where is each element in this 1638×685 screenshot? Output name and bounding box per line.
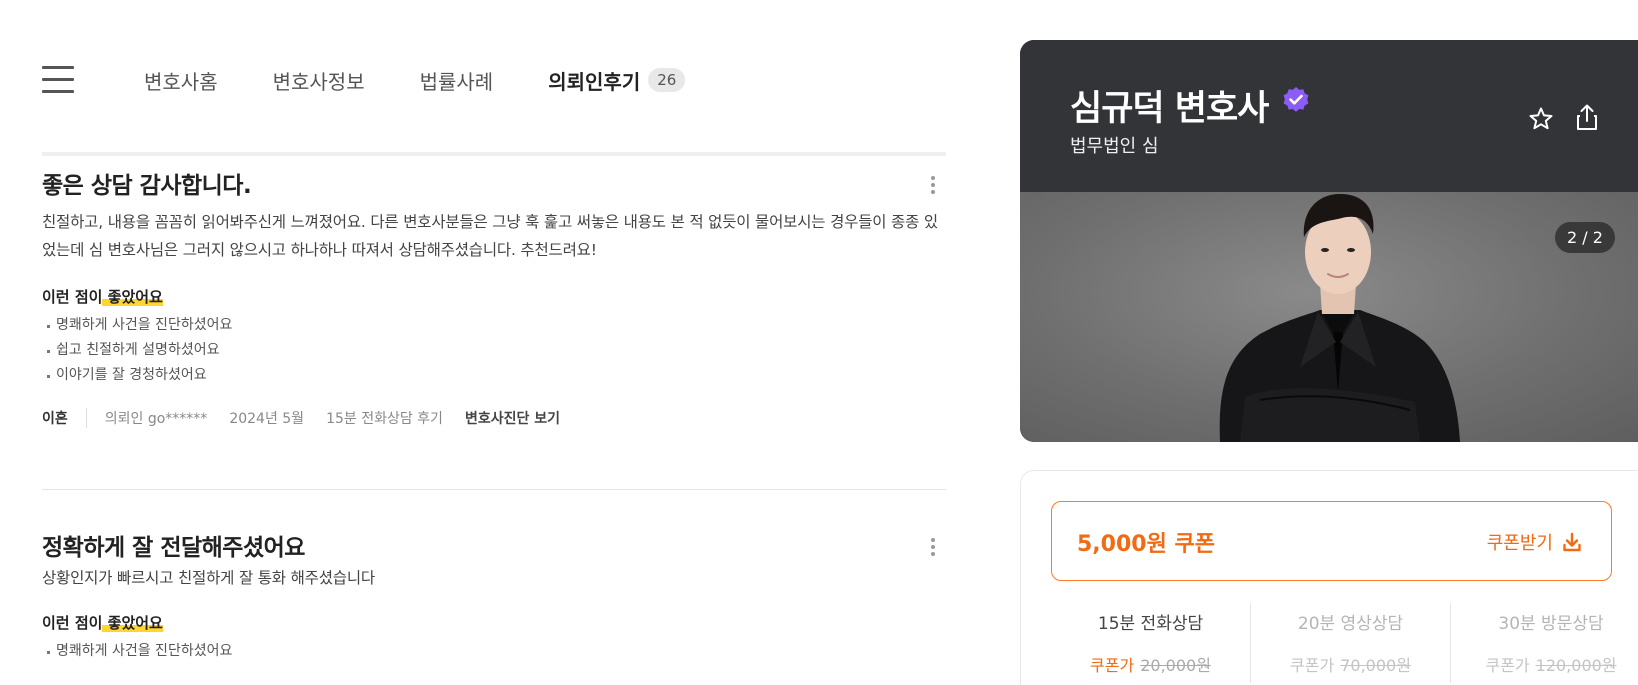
- coupon-amount: 5,000원 쿠폰: [1077, 532, 1215, 557]
- review-count-badge: 26: [648, 68, 686, 92]
- consult-label: 30분 방문상담: [1498, 614, 1604, 634]
- star-icon[interactable]: [1526, 104, 1556, 134]
- kebab-menu-icon[interactable]: [930, 176, 936, 196]
- divider: [42, 489, 946, 490]
- case-category: 이혼: [42, 408, 87, 428]
- review-title: 좋은 상담 감사합니다.: [42, 173, 252, 199]
- profile-header: 심규덕 변호사 법무법인 심: [1020, 40, 1638, 192]
- share-icon[interactable]: [1572, 102, 1602, 134]
- get-coupon-label: 쿠폰받기: [1486, 533, 1553, 554]
- lawyer-photo[interactable]: 2 / 2: [1020, 192, 1638, 442]
- tab-client-reviews[interactable]: 의뢰인후기: [548, 66, 640, 95]
- booking-card: 5,000원 쿠폰 쿠폰받기 15분 전화상담 쿠폰가 20,000원 20분 영…: [1020, 470, 1638, 685]
- client-id: 의뢰인 go******: [104, 411, 208, 427]
- review-meta: 이혼 의뢰인 go****** 2024년 5월 15분 전화상담 후기 변호사…: [42, 408, 946, 428]
- good-points-label: 이런 점이 좋았어요: [42, 614, 163, 632]
- review-body: 친절하고, 내용을 꼼꼼히 읽어봐주신게 느껴졌어요. 다른 변호사분들은 그냥…: [42, 213, 938, 259]
- review-body: 상황인지가 빠르시고 친절하게 잘 통화 해주셨습니다: [42, 569, 375, 587]
- consult-option-visit[interactable]: 30분 방문상담 쿠폰가 120,000원: [1451, 603, 1638, 683]
- consult-type: 15분 전화상담 후기: [326, 411, 443, 427]
- coupon-banner[interactable]: 5,000원 쿠폰 쿠폰받기: [1051, 501, 1612, 581]
- lawyer-portrait: [1219, 194, 1460, 442]
- view-diagnosis-link[interactable]: 변호사진단 보기: [465, 408, 560, 428]
- lawyer-name: 심규덕 변호사: [1070, 89, 1269, 129]
- good-point: 이야기를 잘 경청하셨어요: [42, 363, 946, 388]
- get-coupon-button[interactable]: 쿠폰받기: [1487, 529, 1583, 555]
- lawyer-tabs: 변호사홈 변호사정보 법률사례 의뢰인후기 26: [144, 64, 686, 96]
- review-date: 2024년 5월: [229, 411, 305, 427]
- consult-price: 쿠폰가 20,000원: [1090, 656, 1211, 675]
- divider: [42, 152, 946, 156]
- kebab-menu-icon[interactable]: [930, 538, 936, 558]
- verified-badge-icon: [1283, 87, 1309, 112]
- consult-label: 15분 전화상담: [1097, 614, 1204, 634]
- consult-label: 20분 영상상담: [1297, 614, 1404, 634]
- good-points-label: 이런 점이 좋았어요: [42, 288, 163, 306]
- consult-price: 쿠폰가 120,000원: [1485, 656, 1617, 675]
- download-icon: [1563, 532, 1581, 552]
- good-point: 명쾌하게 사건을 진단하셨어요: [42, 639, 946, 664]
- good-point: 명쾌하게 사건을 진단하셨어요: [42, 313, 946, 338]
- good-point: 쉽고 친절하게 설명하셨어요: [42, 338, 946, 363]
- lawyer-profile-card: 심규덕 변호사 법무법인 심 2 / 2: [1020, 40, 1638, 442]
- hamburger-menu-icon[interactable]: [42, 66, 74, 94]
- photo-counter: 2 / 2: [1555, 222, 1615, 253]
- tab-lawyer-home[interactable]: 변호사홈: [144, 66, 218, 95]
- consult-option-phone[interactable]: 15분 전화상담 쿠폰가 20,000원: [1051, 603, 1251, 683]
- tab-lawyer-info[interactable]: 변호사정보: [273, 66, 365, 95]
- consult-options: 15분 전화상담 쿠폰가 20,000원 20분 영상상담 쿠폰가 70,000원 …: [1051, 603, 1638, 683]
- law-firm: 법무법인 심: [1070, 136, 1159, 157]
- good-points-list: 명쾌하게 사건을 진단하셨어요 쉽고 친절하게 설명하셨어요 이야기를 잘 경청…: [42, 313, 946, 388]
- good-points-list: 명쾌하게 사건을 진단하셨어요: [42, 639, 946, 664]
- tab-legal-cases[interactable]: 법률사례: [420, 66, 494, 95]
- review-item: 정확하게 잘 전달해주셨어요 상황인지가 빠르시고 친절하게 잘 통화 해주셨습…: [42, 528, 946, 664]
- review-item: 좋은 상담 감사합니다. 친절하고, 내용을 꼼꼼히 읽어봐주신게 느껴졌어요.…: [42, 166, 946, 428]
- review-title: 정확하게 잘 전달해주셨어요: [42, 535, 305, 561]
- consult-option-video[interactable]: 20분 영상상담 쿠폰가 70,000원: [1251, 603, 1451, 683]
- consult-price: 쿠폰가 70,000원: [1290, 656, 1411, 675]
